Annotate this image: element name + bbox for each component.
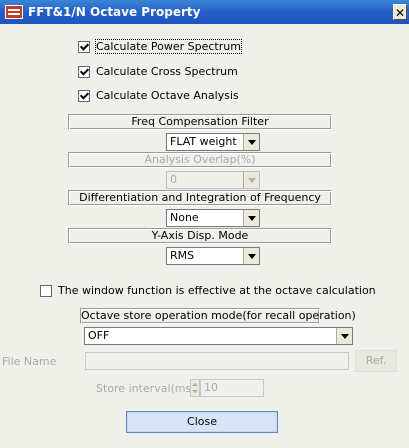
power-spectrum-checkbox[interactable]	[78, 40, 90, 53]
app-icon	[5, 5, 23, 19]
store-interval-stepper	[190, 379, 200, 397]
differentiation-value: None	[170, 211, 199, 224]
freq-compensation-header: Freq Compensation Filter	[68, 114, 332, 130]
freq-compensation-value: FLAT weight	[170, 135, 237, 148]
y-axis-header: Y-Axis Disp. Mode	[68, 228, 332, 244]
cross-spectrum-checkbox[interactable]	[78, 65, 90, 78]
window-function-label: The window function is effective at the …	[58, 284, 376, 297]
y-axis-select[interactable]: RMS	[166, 247, 260, 265]
window-function-option[interactable]: The window function is effective at the …	[40, 284, 376, 297]
analysis-overlap-header: Analysis Overlap(%)	[68, 152, 332, 168]
file-name-label: File Name	[2, 355, 57, 368]
power-spectrum-label: Calculate Power Spectrum	[95, 39, 242, 54]
chevron-down-icon[interactable]	[243, 248, 259, 264]
chevron-down-icon[interactable]	[243, 210, 259, 226]
octave-analysis-option[interactable]: Calculate Octave Analysis	[78, 89, 239, 102]
ref-button: Ref.	[355, 350, 397, 372]
octave-analysis-checkbox[interactable]	[78, 89, 90, 102]
window-function-checkbox[interactable]	[40, 284, 52, 297]
store-interval-label: Store interval(ms)	[96, 382, 196, 395]
cross-spectrum-label: Calculate Cross Spectrum	[96, 65, 238, 78]
cross-spectrum-option[interactable]: Calculate Cross Spectrum	[78, 65, 238, 78]
differentiation-header: Differentiation and Integration of Frequ…	[68, 190, 332, 206]
freq-compensation-select[interactable]: FLAT weight	[166, 133, 260, 151]
file-name-input	[85, 352, 349, 370]
power-spectrum-option[interactable]: Calculate Power Spectrum	[78, 39, 242, 54]
store-interval-input: 10	[200, 379, 264, 397]
analysis-overlap-select: 0	[166, 171, 260, 189]
octave-store-value: OFF	[88, 329, 110, 342]
octave-store-header: Octave store operation mode(for recall o…	[80, 308, 356, 324]
chevron-down-icon[interactable]	[336, 328, 352, 344]
chevron-down-icon[interactable]	[243, 134, 259, 150]
analysis-overlap-value: 0	[170, 173, 177, 186]
close-button[interactable]: Close	[126, 411, 278, 433]
window-title: FFT&1/N Octave Property	[28, 5, 201, 19]
close-icon[interactable]: ✕	[393, 4, 407, 20]
title-bar: FFT&1/N Octave Property ✕	[0, 0, 409, 24]
chevron-down-icon	[243, 172, 259, 188]
differentiation-select[interactable]: None	[166, 209, 260, 227]
octave-store-select[interactable]: OFF	[84, 327, 353, 345]
y-axis-value: RMS	[170, 249, 195, 262]
octave-analysis-label: Calculate Octave Analysis	[96, 89, 239, 102]
